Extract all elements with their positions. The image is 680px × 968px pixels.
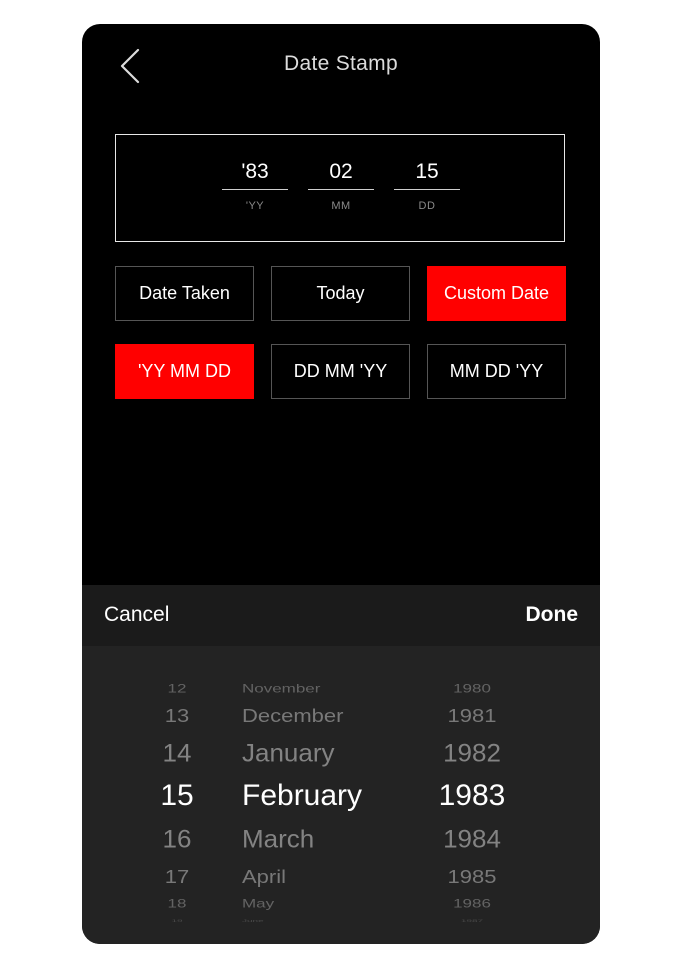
done-button[interactable]: Done bbox=[526, 603, 579, 627]
format-yy-mm-dd-button[interactable]: 'YY MM DD bbox=[115, 344, 254, 399]
year-wheel[interactable]: 197919801981198219831984198519861987 bbox=[432, 646, 512, 944]
day-option[interactable]: 16 bbox=[152, 827, 202, 852]
month-option[interactable]: May bbox=[242, 897, 402, 909]
cancel-button[interactable]: Cancel bbox=[104, 603, 169, 627]
year-option[interactable]: 1986 bbox=[432, 897, 512, 909]
year-label: 'YY bbox=[245, 200, 265, 212]
month-field[interactable]: 02 MM bbox=[308, 157, 374, 212]
day-wheel[interactable]: 111213141516171819 bbox=[152, 646, 202, 944]
day-field[interactable]: 15 DD bbox=[394, 157, 460, 212]
today-button[interactable]: Today bbox=[271, 266, 410, 321]
year-option[interactable]: 1987 bbox=[432, 919, 512, 923]
month-value: 02 bbox=[308, 157, 374, 190]
app-screen: Date Stamp '83 'YY 02 MM 15 DD Date Take… bbox=[82, 24, 600, 944]
year-option[interactable]: 1982 bbox=[432, 741, 512, 766]
month-wheel[interactable]: OctoberNovemberDecemberJanuaryFebruaryMa… bbox=[242, 646, 402, 944]
format-mm-dd-yy-button[interactable]: MM DD 'YY bbox=[427, 344, 566, 399]
date-picker-wheel: 111213141516171819 OctoberNovemberDecemb… bbox=[82, 646, 600, 944]
custom-date-button[interactable]: Custom Date bbox=[427, 266, 566, 321]
year-field[interactable]: '83 'YY bbox=[222, 157, 288, 212]
nav-header: Date Stamp bbox=[82, 24, 600, 108]
year-option[interactable]: 1985 bbox=[432, 867, 512, 887]
day-option[interactable]: 13 bbox=[152, 706, 202, 726]
month-option[interactable]: January bbox=[242, 741, 402, 766]
day-option[interactable]: 18 bbox=[152, 897, 202, 909]
day-option[interactable]: 12 bbox=[152, 682, 202, 694]
year-option[interactable]: 1983 bbox=[432, 781, 512, 811]
month-option[interactable]: March bbox=[242, 827, 402, 852]
year-option[interactable]: 1981 bbox=[432, 706, 512, 726]
day-option[interactable]: 17 bbox=[152, 867, 202, 887]
month-option[interactable]: April bbox=[242, 867, 402, 887]
date-preview-box: '83 'YY 02 MM 15 DD bbox=[115, 134, 565, 242]
year-value: '83 bbox=[222, 157, 288, 190]
month-label: MM bbox=[331, 200, 351, 212]
day-option[interactable]: 14 bbox=[152, 741, 202, 766]
format-dd-mm-yy-button[interactable]: DD MM 'YY bbox=[271, 344, 410, 399]
month-option[interactable]: June bbox=[242, 919, 402, 923]
day-value: 15 bbox=[394, 157, 460, 190]
month-option[interactable]: November bbox=[242, 682, 402, 694]
year-option[interactable]: 1980 bbox=[432, 682, 512, 694]
day-label: DD bbox=[418, 200, 436, 212]
year-option[interactable]: 1984 bbox=[432, 827, 512, 852]
day-option[interactable]: 19 bbox=[152, 919, 202, 923]
month-option[interactable]: December bbox=[242, 706, 402, 726]
page-title: Date Stamp bbox=[284, 52, 398, 75]
date-taken-button[interactable]: Date Taken bbox=[115, 266, 254, 321]
day-option[interactable]: 15 bbox=[152, 781, 202, 811]
picker-toolbar: Cancel Done bbox=[82, 585, 600, 646]
month-option[interactable]: February bbox=[242, 781, 402, 811]
